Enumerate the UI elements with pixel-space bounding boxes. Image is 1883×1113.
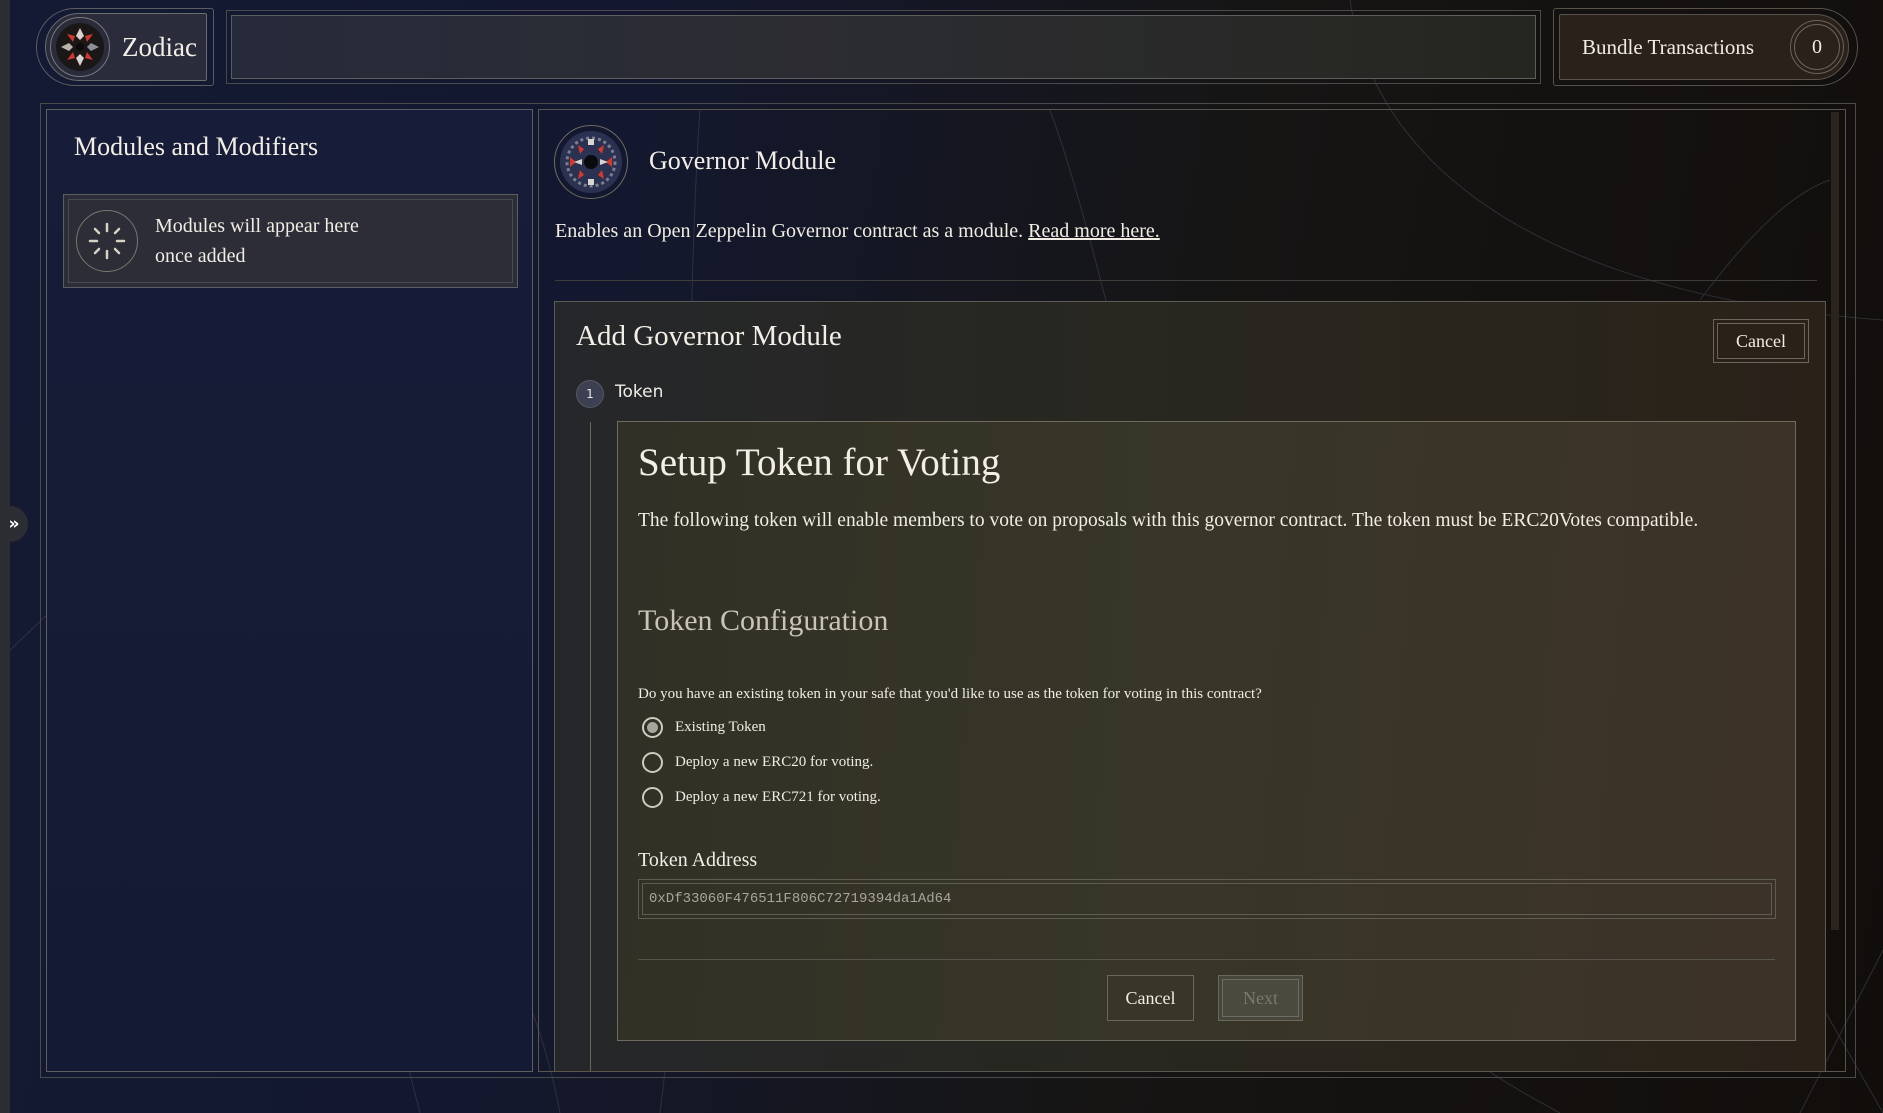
step-connector-line — [590, 422, 591, 1071]
left-edge-strip — [0, 0, 10, 1113]
bundle-transactions-button[interactable]: Bundle Transactions 0 — [1553, 8, 1858, 86]
cancel-add-module-button[interactable]: Cancel — [1713, 319, 1809, 363]
module-description: Enables an Open Zeppelin Governor contra… — [555, 220, 1160, 243]
cancel-add-module-label: Cancel — [1717, 323, 1805, 359]
header-center-bar — [226, 10, 1541, 84]
radio-label: Deploy a new ERC20 for voting. — [675, 754, 874, 770]
step-label-token: Token — [615, 382, 664, 402]
governor-module-icon — [554, 125, 628, 199]
add-module-card: Add Governor Module Cancel 1 Token Setup… — [554, 301, 1826, 1071]
setup-token-card: Setup Token for Voting The following tok… — [617, 421, 1796, 1041]
modules-sidebar: Modules and Modifiers Modules will appea… — [46, 109, 533, 1072]
radio-existing-token[interactable]: Existing Token — [638, 710, 881, 745]
bundle-transactions-label: Bundle Transactions — [1582, 34, 1755, 59]
empty-state-line-1: Modules will appear here — [155, 215, 359, 237]
module-detail-panel: Governor Module Enables an Open Zeppelin… — [538, 109, 1846, 1072]
sidebar-expand-button[interactable]: » — [0, 506, 28, 542]
add-module-title: Add Governor Module — [576, 320, 842, 352]
next-button[interactable]: Next — [1218, 975, 1303, 1021]
module-description-text: Enables an Open Zeppelin Governor contra… — [555, 220, 1024, 242]
app-name: Zodiac — [122, 31, 197, 62]
radio-deploy-erc20[interactable]: Deploy a new ERC20 for voting. — [638, 745, 881, 780]
token-address-input[interactable] — [642, 883, 1772, 915]
token-address-field — [638, 879, 1776, 919]
existing-token-question: Do you have an existing token in your sa… — [638, 686, 1262, 702]
step-number-badge: 1 — [576, 380, 604, 408]
token-configuration-title: Token Configuration — [638, 604, 889, 637]
token-option-radio-group: Existing Token Deploy a new ERC20 for vo… — [638, 710, 881, 815]
scrollbar-thumb[interactable] — [1831, 112, 1839, 930]
form-divider — [638, 959, 1775, 960]
setup-token-description: The following token will enable members … — [638, 510, 1699, 531]
loading-spinner-icon — [76, 210, 138, 272]
radio-label: Existing Token — [675, 719, 766, 735]
read-more-link[interactable]: Read more here. — [1028, 220, 1160, 242]
module-title: Governor Module — [649, 146, 837, 175]
app-logo-pill[interactable]: Zodiac — [36, 8, 214, 86]
empty-state-line-2: once added — [155, 245, 246, 267]
cancel-button[interactable]: Cancel — [1107, 975, 1194, 1021]
radio-button-checked[interactable] — [642, 717, 663, 738]
radio-button[interactable] — [642, 752, 663, 773]
next-button-label: Next — [1222, 979, 1299, 1017]
bundle-count: 0 — [1794, 24, 1840, 70]
zodiac-logo-icon — [50, 17, 110, 77]
double-chevron-right-icon: » — [8, 514, 20, 534]
bundle-count-badge: 0 — [1790, 20, 1844, 74]
section-divider — [555, 280, 1817, 281]
radio-label: Deploy a new ERC721 for voting. — [675, 789, 881, 805]
radio-deploy-erc721[interactable]: Deploy a new ERC721 for voting. — [638, 780, 881, 815]
sidebar-title: Modules and Modifiers — [74, 132, 319, 161]
token-address-label: Token Address — [638, 849, 758, 871]
radio-button[interactable] — [642, 787, 663, 808]
modules-empty-state: Modules will appear here once added — [63, 194, 518, 288]
setup-token-title: Setup Token for Voting — [638, 441, 1001, 484]
